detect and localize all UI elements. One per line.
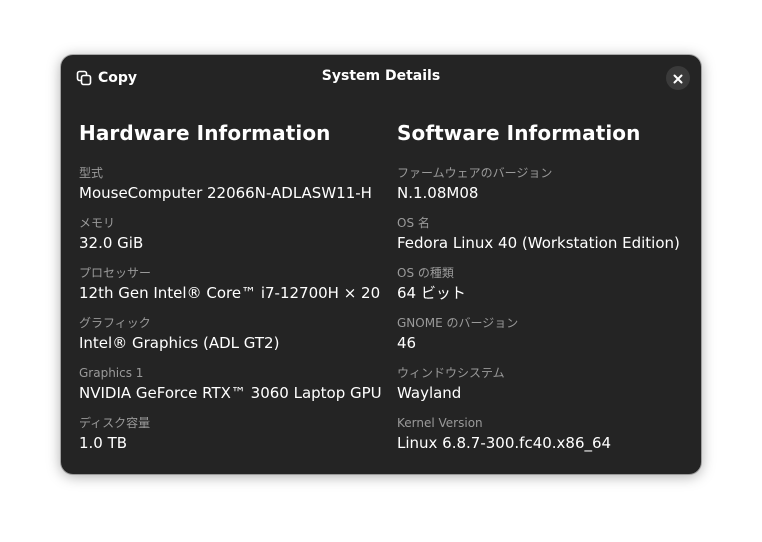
row-value: Intel® Graphics (ADL GT2) [79, 334, 280, 352]
row-label: ウィンドウシステム [397, 366, 505, 380]
row-label: ディスク容量 [79, 416, 151, 430]
dialog-header: Copy System Details [61, 55, 701, 101]
hardware-row-disk: ディスク容量 1.0 TB [79, 415, 379, 465]
row-value: Fedora Linux 40 (Workstation Edition) [397, 234, 680, 252]
row-value: 64 ビット [397, 284, 466, 302]
row-label: OS の種類 [397, 266, 454, 280]
hardware-title: Hardware Information [79, 121, 331, 145]
hardware-row-model: 型式 MouseComputer 22066N-ADLASW11-H [79, 165, 379, 215]
row-value: N.1.08M08 [397, 184, 479, 202]
row-label: グラフィック [79, 316, 151, 330]
software-title: Software Information [397, 121, 641, 145]
row-value: 1.0 TB [79, 434, 128, 452]
row-label: プロセッサー [79, 266, 152, 280]
hardware-section: Hardware Information 型式 MouseComputer 22… [79, 121, 382, 465]
row-value: NVIDIA GeForce RTX™ 3060 Laptop GPU [79, 384, 382, 402]
software-row-gnome-version: GNOME のバージョン 46 [397, 315, 687, 365]
system-details-dialog: Copy System Details Hardware Information… [61, 55, 701, 474]
row-label: メモリ [79, 216, 116, 230]
software-section: Software Information ファームウェアのバージョン N.1.0… [397, 121, 687, 465]
hardware-row-memory: メモリ 32.0 GiB [79, 215, 379, 265]
row-value: 32.0 GiB [79, 234, 144, 252]
row-label: ファームウェアのバージョン [397, 166, 553, 180]
row-value: 46 [397, 334, 417, 352]
row-value: Linux 6.8.7-300.fc40.x86_64 [397, 434, 612, 452]
row-label: GNOME のバージョン [397, 316, 519, 330]
close-icon [673, 69, 683, 88]
hardware-row-processor: プロセッサー 12th Gen Intel® Core™ i7-12700H ×… [79, 265, 381, 315]
hardware-row-graphics-1: Graphics 1 NVIDIA GeForce RTX™ 3060 Lapt… [79, 365, 382, 415]
row-value: Wayland [397, 384, 462, 402]
row-label: Kernel Version [397, 416, 483, 430]
dialog-title: System Details [321, 68, 441, 84]
row-value: MouseComputer 22066N-ADLASW11-H [79, 184, 372, 202]
close-button[interactable] [666, 66, 690, 90]
software-row-os-type: OS の種類 64 ビット [397, 265, 687, 315]
row-label: 型式 [79, 166, 104, 180]
software-row-windowing-system: ウィンドウシステム Wayland [397, 365, 687, 415]
software-row-firmware: ファームウェアのバージョン N.1.08M08 [397, 165, 687, 215]
software-row-os-name: OS 名 Fedora Linux 40 (Workstation Editio… [397, 215, 687, 265]
software-row-kernel-version: Kernel Version Linux 6.8.7-300.fc40.x86_… [397, 415, 687, 465]
row-label: Graphics 1 [79, 366, 144, 380]
row-label: OS 名 [397, 216, 430, 230]
row-value: 12th Gen Intel® Core™ i7-12700H × 20 [79, 284, 381, 302]
hardware-row-graphics: グラフィック Intel® Graphics (ADL GT2) [79, 315, 379, 365]
